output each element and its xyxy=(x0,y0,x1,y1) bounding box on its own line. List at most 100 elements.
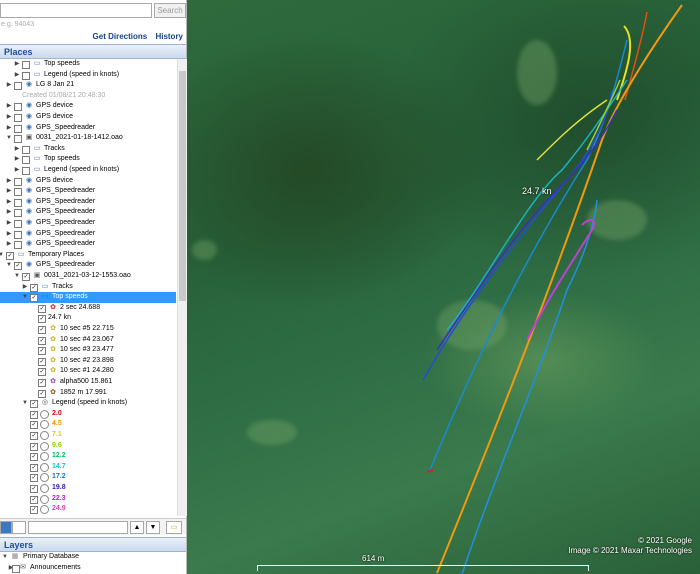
collapse-arrow-icon[interactable]: ▼ xyxy=(6,260,12,271)
tree-row[interactable]: ▶ ◉ GPS device xyxy=(0,112,176,123)
tree-row[interactable]: ▼ ✓ ▭ Temporary Places xyxy=(0,250,176,261)
tree-row[interactable]: ▶ ✓ ▭ Tracks xyxy=(0,282,176,293)
visibility-checkbox[interactable]: ✓ xyxy=(30,495,38,504)
tree-row[interactable]: ✓ ✿ alpha500 15.861 xyxy=(0,377,176,388)
visibility-checkbox[interactable] xyxy=(14,241,22,250)
search-input[interactable] xyxy=(0,3,152,18)
visibility-checkbox[interactable] xyxy=(22,167,30,175)
expand-arrow-icon[interactable]: ▶ xyxy=(14,59,20,70)
tree-row[interactable]: ✓ ✿ 10 sec #1 24.280 xyxy=(0,366,176,377)
expand-arrow-icon[interactable]: ▼ xyxy=(2,552,8,563)
visibility-checkbox[interactable]: ✓ xyxy=(30,432,38,440)
visibility-checkbox[interactable]: ✓ xyxy=(30,474,38,483)
expand-arrow-icon[interactable]: ▶ xyxy=(6,239,12,250)
tree-row[interactable]: ▶ ▭ Legend (speed in knots) xyxy=(0,165,176,176)
tree-row[interactable]: ▼ ▣ 0031_2021-01-18-1412.oao xyxy=(0,133,176,144)
visibility-checkbox[interactable] xyxy=(14,82,22,91)
legend-row[interactable]: ✓ 24.9 xyxy=(0,504,176,515)
places-filter-input[interactable] xyxy=(28,521,128,534)
map-view[interactable]: 24.7 kn © 2021 Google Image © 2021 Maxar… xyxy=(187,0,700,574)
visibility-checkbox[interactable] xyxy=(14,177,22,186)
move-up-icon[interactable]: ▲ xyxy=(130,521,144,534)
visibility-checkbox[interactable]: ✓ xyxy=(38,304,46,313)
tree-row[interactable]: ▶ ◉ LG 8 Jan 21 xyxy=(0,80,176,91)
expand-arrow-icon[interactable]: ▶ xyxy=(14,70,20,81)
visibility-checkbox[interactable]: ✓ xyxy=(38,379,46,387)
collapse-arrow-icon[interactable]: ▼ xyxy=(22,292,28,303)
visibility-checkbox[interactable]: ✓ xyxy=(30,463,38,472)
tree-row[interactable]: ▶ ◉ GPS device xyxy=(0,101,176,112)
expand-arrow-icon[interactable]: ▶ xyxy=(6,80,12,91)
places-panel-header[interactable]: Places xyxy=(0,44,186,59)
expand-arrow-icon[interactable]: ▶ xyxy=(6,197,12,208)
visibility-checkbox[interactable] xyxy=(14,188,22,197)
expand-arrow-icon[interactable]: ▶ xyxy=(6,229,12,240)
expand-arrow-icon[interactable]: ▶ xyxy=(6,123,12,134)
history-link[interactable]: History xyxy=(155,32,183,41)
expand-arrow-icon[interactable]: ▶ xyxy=(6,186,12,197)
scrollbar-thumb[interactable] xyxy=(179,71,186,301)
move-down-icon[interactable]: ▼ xyxy=(146,521,160,534)
visibility-checkbox[interactable]: ✓ xyxy=(38,336,46,345)
tree-row[interactable]: ▼ ✓ ◎ Legend (speed in knots) xyxy=(0,398,176,409)
expand-arrow-icon[interactable]: ▶ xyxy=(22,282,28,293)
visibility-checkbox[interactable]: ✓ xyxy=(30,453,38,462)
tree-row[interactable]: ▼ ✓ ▣ 0031_2021-03-12-1553.oao xyxy=(0,271,176,282)
visibility-checkbox[interactable] xyxy=(14,114,22,122)
layer-item[interactable]: ▶ ✉ Announcements xyxy=(0,563,176,574)
visibility-checkbox[interactable] xyxy=(14,209,22,218)
tree-row[interactable]: ▼ ✓ ▭ Top speeds xyxy=(0,292,176,303)
tree-row[interactable]: Created 01/08/21 20:48:30 xyxy=(0,91,176,102)
visibility-checkbox[interactable]: ✓ xyxy=(22,273,30,281)
tree-row[interactable]: ▶ ◉ GPS_Speedreader xyxy=(0,186,176,197)
visibility-checkbox[interactable]: ✓ xyxy=(14,262,22,271)
tree-row[interactable]: ✓ ✿ 2 sec 24.688 xyxy=(0,303,176,314)
tree-row[interactable]: ✓ 24.7 kn xyxy=(0,313,176,324)
collapse-arrow-icon[interactable]: ▼ xyxy=(14,271,20,282)
expand-arrow-icon[interactable]: ▶ xyxy=(14,144,20,155)
visibility-checkbox[interactable]: ✓ xyxy=(30,421,38,430)
visibility-checkbox[interactable] xyxy=(22,71,30,80)
tree-row[interactable]: ▼ ✓ ◉ GPS_Speedreader xyxy=(0,260,176,271)
legend-row[interactable]: ✓ 22.3 xyxy=(0,494,176,505)
visibility-checkbox[interactable] xyxy=(14,198,22,207)
list-view-icon[interactable] xyxy=(0,521,12,534)
visibility-checkbox[interactable]: ✓ xyxy=(38,315,46,324)
visibility-checkbox[interactable] xyxy=(22,145,30,154)
folder-icon[interactable]: ▭ xyxy=(166,521,182,534)
visibility-checkbox[interactable] xyxy=(14,230,22,239)
visibility-checkbox[interactable] xyxy=(22,156,30,165)
visibility-checkbox[interactable]: ✓ xyxy=(30,506,38,515)
speed-marker-label[interactable]: 24.7 kn xyxy=(522,186,552,196)
panel-view-icon[interactable] xyxy=(12,521,26,534)
tree-row[interactable]: ✓ ✿ 10 sec #2 23.898 xyxy=(0,356,176,367)
visibility-checkbox[interactable]: ✓ xyxy=(30,485,38,493)
tree-row[interactable]: ▶ ◉ GPS_Speedreader xyxy=(0,229,176,240)
visibility-checkbox[interactable] xyxy=(14,220,22,228)
tree-row[interactable]: ▶ ◉ GPS_Speedreader xyxy=(0,239,176,250)
expand-arrow-icon[interactable]: ▶ xyxy=(6,101,12,112)
legend-row[interactable]: ✓ 17.2 xyxy=(0,472,176,483)
expand-arrow-icon[interactable]: ▶ xyxy=(6,218,12,229)
tree-row[interactable]: ✓ ✿ 1852 m 17.991 xyxy=(0,388,176,399)
legend-row[interactable]: ✓ 4.5 xyxy=(0,419,176,430)
layers-panel-header[interactable]: Layers xyxy=(0,537,186,552)
tree-row[interactable]: ▶ ▭ Legend (speed in knots) xyxy=(0,70,176,81)
tree-row[interactable]: ✓ ✿ 10 sec #3 23.477 xyxy=(0,345,176,356)
visibility-checkbox[interactable]: ✓ xyxy=(38,347,46,356)
tree-row[interactable]: ▶ ▭ Tracks xyxy=(0,144,176,155)
tree-row[interactable]: ✓ ✿ 10 sec #5 22.715 xyxy=(0,324,176,335)
expand-arrow-icon[interactable]: ▶ xyxy=(6,207,12,218)
visibility-checkbox[interactable]: ✓ xyxy=(30,400,38,409)
places-tree[interactable]: ▶ ▭ Top speeds ▶ ▭ Legend (speed in knots) ▶ ◉ L… xyxy=(0,59,176,516)
legend-row[interactable]: ✓ 2.0 xyxy=(0,409,176,420)
visibility-checkbox[interactable]: ✓ xyxy=(30,442,38,451)
get-directions-link[interactable]: Get Directions xyxy=(93,32,148,41)
tree-row[interactable]: ▶ ◉ GPS_Speedreader xyxy=(0,207,176,218)
places-scrollbar[interactable] xyxy=(177,59,187,516)
search-button[interactable]: Search xyxy=(154,3,186,18)
collapse-arrow-icon[interactable]: ▼ xyxy=(22,398,28,409)
tree-row[interactable]: ▶ ▭ Top speeds xyxy=(0,154,176,165)
visibility-checkbox[interactable] xyxy=(14,135,22,144)
legend-row[interactable]: ✓ 19.8 xyxy=(0,483,176,494)
